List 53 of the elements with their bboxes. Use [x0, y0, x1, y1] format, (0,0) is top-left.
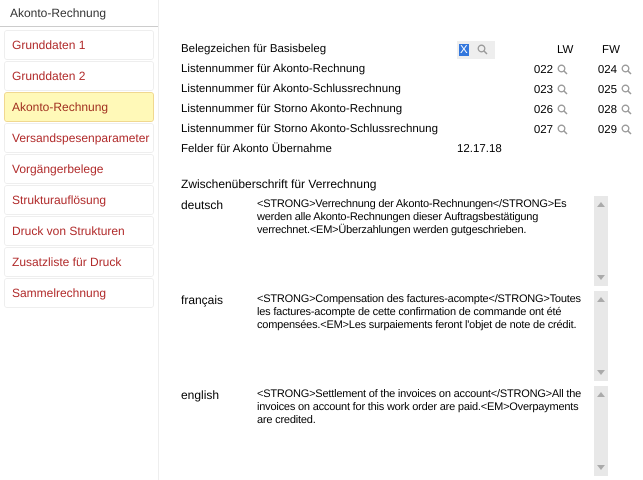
field-label: Listennummer für Akonto-Schlussrechnung	[181, 82, 401, 97]
column-header: LW	[557, 44, 574, 56]
field-value: 12.17.18	[457, 142, 502, 157]
scroll-down-icon[interactable]	[597, 370, 605, 375]
scrollbar[interactable]	[594, 291, 608, 381]
scroll-down-icon[interactable]	[597, 275, 605, 280]
language-label: deutsch	[181, 197, 224, 214]
field-label: Listennummer für Akonto-Rechnung	[181, 62, 366, 77]
field-value: 029	[596, 124, 618, 136]
sidebar-item[interactable]: Sammelrechnung	[4, 278, 154, 308]
sidebar-item[interactable]: Strukturauflösung	[4, 185, 154, 215]
input-field[interactable]: X	[457, 40, 495, 58]
field-value: 022	[532, 64, 554, 76]
scroll-up-icon[interactable]	[597, 392, 605, 397]
language-label: français	[181, 292, 224, 309]
sidebar-item[interactable]: Vorgängerbelege	[4, 154, 154, 184]
field-label: Felder für Akonto Übernahme	[181, 141, 332, 157]
sidebar-item[interactable]: Versandspesenparameter	[4, 123, 154, 153]
field-label: Belegzeichen für Basisbeleg	[181, 42, 326, 57]
field-value: 023	[532, 84, 554, 96]
search-icon[interactable]	[621, 84, 632, 95]
sidebar-item[interactable]: Grunddaten 2	[4, 61, 154, 91]
field-value: 027	[532, 124, 554, 136]
sidebar-item[interactable]: Zusatzliste für Druck	[4, 247, 154, 277]
scroll-up-icon[interactable]	[597, 202, 605, 207]
text-area[interactable]: <STRONG>Verrechnung der Akonto-Rechnungen</STRONG>Es werden alle Akonto-Rechnungen dieser Auftragsbestätigung verrechnet.<EM>Überzahlungen werden gutgeschrieben.	[257, 196, 589, 289]
search-icon[interactable]	[621, 64, 632, 75]
search-icon[interactable]	[557, 124, 568, 135]
field-value: 024	[596, 64, 618, 76]
language-label: english	[181, 387, 220, 404]
field-value: 025	[596, 84, 618, 96]
scrollbar[interactable]	[594, 196, 608, 286]
search-icon[interactable]	[557, 64, 568, 75]
search-icon[interactable]	[557, 104, 568, 115]
column-header: FW	[601, 44, 621, 56]
text-area[interactable]: <STRONG>Compensation des factures-acompte</STRONG>Toutes les factures-acompte de cette confirmation de commande ont été compensées.<EM>Les surpaiements feront l'objet de note de crédit.	[257, 291, 589, 384]
field-label: Listennummer für Storno Akonto-Rechnung	[181, 102, 402, 117]
scroll-down-icon[interactable]	[597, 465, 605, 470]
field-label: Listennummer für Storno Akonto-Schlussrechnung	[181, 122, 438, 137]
section-title: Zwischenüberschrift für Verrechnung	[181, 176, 376, 193]
search-icon[interactable]	[621, 104, 632, 115]
sidebar-item[interactable]: Akonto-Rechnung	[4, 92, 154, 122]
search-icon[interactable]	[557, 84, 568, 95]
search-icon[interactable]	[476, 44, 488, 55]
sidebar-item[interactable]: Druck von Strukturen	[4, 216, 154, 246]
field-value: X	[459, 44, 469, 56]
search-icon[interactable]	[621, 124, 632, 135]
field-value: 028	[596, 104, 618, 116]
text-area[interactable]: <STRONG>Settlement of the invoices on account</STRONG>All the invoices on account for this work order are paid.<EM>Overpayments are credited.	[257, 386, 589, 479]
field-value: 026	[532, 104, 554, 116]
scrollbar[interactable]	[594, 386, 608, 476]
scroll-up-icon[interactable]	[597, 297, 605, 302]
sidebar-item[interactable]: Grunddaten 1	[4, 30, 154, 60]
